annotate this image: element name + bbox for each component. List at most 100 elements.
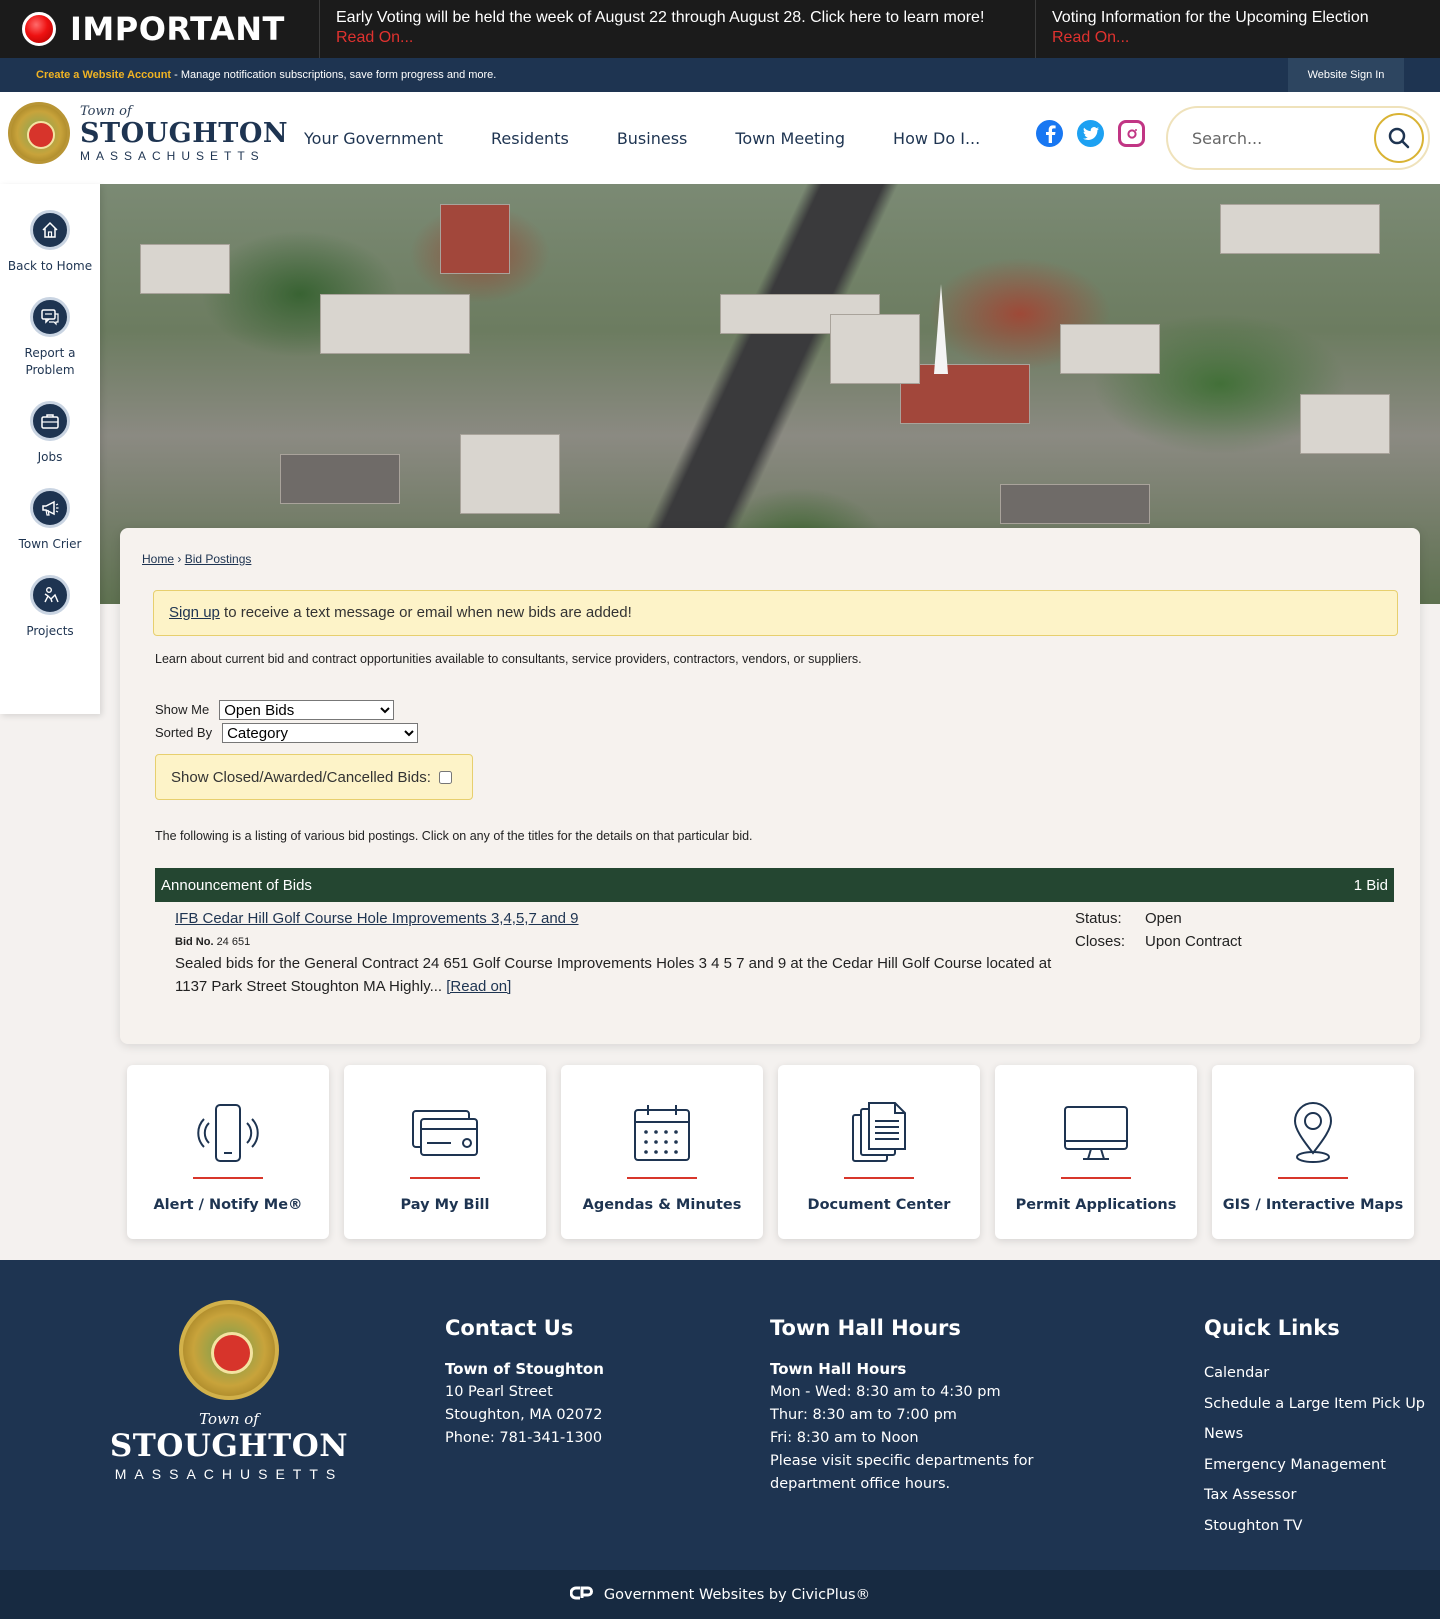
hero-steeple (934, 284, 948, 374)
worker-icon (30, 575, 70, 615)
card-document-center[interactable]: Document Center (778, 1065, 980, 1239)
alert-item-early-voting[interactable]: Early Voting will be held the week of Au… (320, 0, 1036, 58)
civicplus-credit-link[interactable]: Government Websites by CivicPlus® (604, 1587, 870, 1603)
footer-link-stoughton-tv[interactable]: Stoughton TV (1204, 1511, 1425, 1542)
alert-read-on-link[interactable]: Read On... (336, 28, 1019, 48)
bid-status-row: Status: Open (1075, 910, 1242, 933)
website-sign-in-button[interactable]: Website Sign In (1288, 58, 1404, 92)
bid-number-label: Bid No. (175, 936, 214, 948)
hero-building (320, 294, 470, 354)
search-button[interactable] (1374, 113, 1424, 163)
card-pay-my-bill[interactable]: Pay My Bill (344, 1065, 546, 1239)
footer-link-calendar[interactable]: Calendar (1204, 1358, 1425, 1389)
alert-label: IMPORTANT (0, 0, 320, 58)
footer-link-news[interactable]: News (1204, 1419, 1425, 1450)
hero-building (440, 204, 510, 274)
sign-up-link[interactable]: Sign up (169, 604, 220, 621)
alert-title: IMPORTANT (70, 10, 285, 48)
bid-closes-row: Closes: Upon Contract (1075, 933, 1242, 956)
show-closed-bids-checkbox[interactable] (438, 770, 452, 784)
account-bar: Create a Website Account - Manage notifi… (0, 58, 1440, 92)
bid-read-on-link[interactable]: [Read on] (446, 978, 511, 995)
bid-status-value: Open (1145, 910, 1182, 927)
footer-link-large-item-pickup[interactable]: Schedule a Large Item Pick Up (1204, 1389, 1425, 1420)
footer-quick-links-heading: Quick Links (1204, 1316, 1340, 1340)
sidebar-item-report-a-problem[interactable]: Report a Problem (0, 297, 100, 379)
nav-your-government[interactable]: Your Government (304, 129, 443, 148)
nav-residents[interactable]: Residents (491, 129, 569, 148)
sidebar-item-projects[interactable]: Projects (0, 575, 100, 640)
sidebar-item-label: Town Crier (18, 537, 82, 551)
bid-closes-value: Upon Contract (1145, 933, 1242, 950)
sidebar-item-label: Projects (26, 624, 74, 638)
calendar-icon (627, 1101, 697, 1165)
town-seal-icon (8, 102, 70, 164)
alert-read-on-link[interactable]: Read On... (1052, 28, 1424, 48)
footer-hours-line: Mon - Wed: 8:30 am to 4:30 pm (770, 1384, 1001, 1400)
bid-title-link[interactable]: IFB Cedar Hill Golf Course Hole Improvem… (175, 910, 579, 927)
footer-contact-address2: Stoughton, MA 02072 (445, 1407, 603, 1423)
facebook-icon[interactable] (1036, 120, 1063, 147)
sorted-by-label: Sorted By (155, 725, 213, 740)
hero-building (280, 454, 400, 504)
signup-notice-text: to receive a text message or email when … (219, 604, 632, 621)
alert-item-text[interactable]: Voting Information for the Upcoming Elec… (1052, 8, 1424, 28)
sidebar-item-label: Report a Problem (24, 346, 76, 377)
alert-item-text[interactable]: Early Voting will be held the week of Au… (336, 8, 1019, 28)
account-message: Create a Website Account - Manage notifi… (0, 69, 496, 81)
sidebar-item-town-crier[interactable]: Town Crier (0, 488, 100, 553)
intro-text: Learn about current bid and contract opp… (155, 652, 862, 666)
footer-logo[interactable]: Town of STOUGHTON MASSACHUSETTS (110, 1300, 348, 1482)
show-me-label: Show Me (155, 702, 210, 717)
briefcase-icon (30, 401, 70, 441)
card-label: Agendas & Minutes (582, 1197, 742, 1213)
twitter-icon[interactable] (1077, 120, 1104, 147)
main-nav: Your Government Residents Business Town … (280, 92, 1004, 184)
breadcrumb-separator: › (177, 552, 182, 566)
sidebar-item-label: Back to Home (7, 259, 93, 273)
create-account-link[interactable]: Create a Website Account (36, 69, 171, 81)
sidebar-item-label: Jobs (37, 450, 63, 464)
breadcrumb-bid-postings-link[interactable]: Bid Postings (185, 552, 252, 566)
breadcrumb-home-link[interactable]: Home (142, 552, 174, 566)
nav-town-meeting[interactable]: Town Meeting (735, 129, 845, 148)
search-input[interactable] (1192, 128, 1368, 148)
card-rule (627, 1177, 697, 1179)
card-permit-applications[interactable]: Permit Applications (995, 1065, 1197, 1239)
footer-link-emergency-management[interactable]: Emergency Management (1204, 1450, 1425, 1481)
footer-logo-name: STOUGHTON (109, 1428, 349, 1464)
sidebar-item-jobs[interactable]: Jobs (0, 401, 100, 466)
card-label: GIS / Interactive Maps (1222, 1197, 1404, 1213)
instagram-icon[interactable] (1118, 120, 1145, 147)
alert-item-voting-info[interactable]: Voting Information for the Upcoming Elec… (1036, 0, 1440, 58)
show-me-select[interactable]: Open Bids (219, 699, 395, 720)
card-label: Alert / Notify Me® (153, 1197, 303, 1213)
card-alert-notify-me[interactable]: Alert / Notify Me® (127, 1065, 329, 1239)
card-agendas-minutes[interactable]: Agendas & Minutes (561, 1065, 763, 1239)
card-rule (1061, 1177, 1131, 1179)
category-header: Announcement of Bids 1 Bid (155, 868, 1394, 902)
footer-hours: Town Hall Hours Town Hall Hours Mon - We… (770, 1316, 1070, 1496)
card-label: Permit Applications (1015, 1197, 1177, 1213)
card-gis-interactive-maps[interactable]: GIS / Interactive Maps (1212, 1065, 1414, 1239)
sidebar-item-back-to-home[interactable]: Back to Home (0, 210, 100, 275)
account-message-text: - Manage notification subscriptions, sav… (171, 69, 497, 81)
sorted-by-row: Sorted By Category (155, 721, 419, 744)
footer-contact-heading: Contact Us (445, 1316, 574, 1340)
bid-status-label: Status: (1075, 910, 1122, 927)
bid-item: IFB Cedar Hill Golf Course Hole Improvem… (175, 910, 1395, 998)
logo-name: STOUGHTON (80, 117, 289, 149)
nav-business[interactable]: Business (617, 129, 688, 148)
quick-link-cards: Alert / Notify Me® Pay My Bill Agendas &… (127, 1065, 1414, 1239)
bid-description-text: Sealed bids for the General Contract 24 … (175, 955, 1052, 995)
hero-building (1000, 484, 1150, 524)
sorted-by-select[interactable]: Category (222, 722, 419, 743)
hero-building (830, 314, 920, 384)
quick-sidebar: Back to Home Report a Problem Jobs Town … (0, 184, 100, 714)
nav-how-do-i[interactable]: How Do I... (893, 129, 980, 148)
show-me-row: Show Me Open Bids (155, 698, 418, 721)
footer-link-tax-assessor[interactable]: Tax Assessor (1204, 1480, 1425, 1511)
listing-note: The following is a listing of various bi… (155, 829, 753, 843)
credit-card-icon (410, 1101, 480, 1165)
site-logo[interactable]: Town of STOUGHTON MASSACHUSETTS (8, 102, 288, 164)
